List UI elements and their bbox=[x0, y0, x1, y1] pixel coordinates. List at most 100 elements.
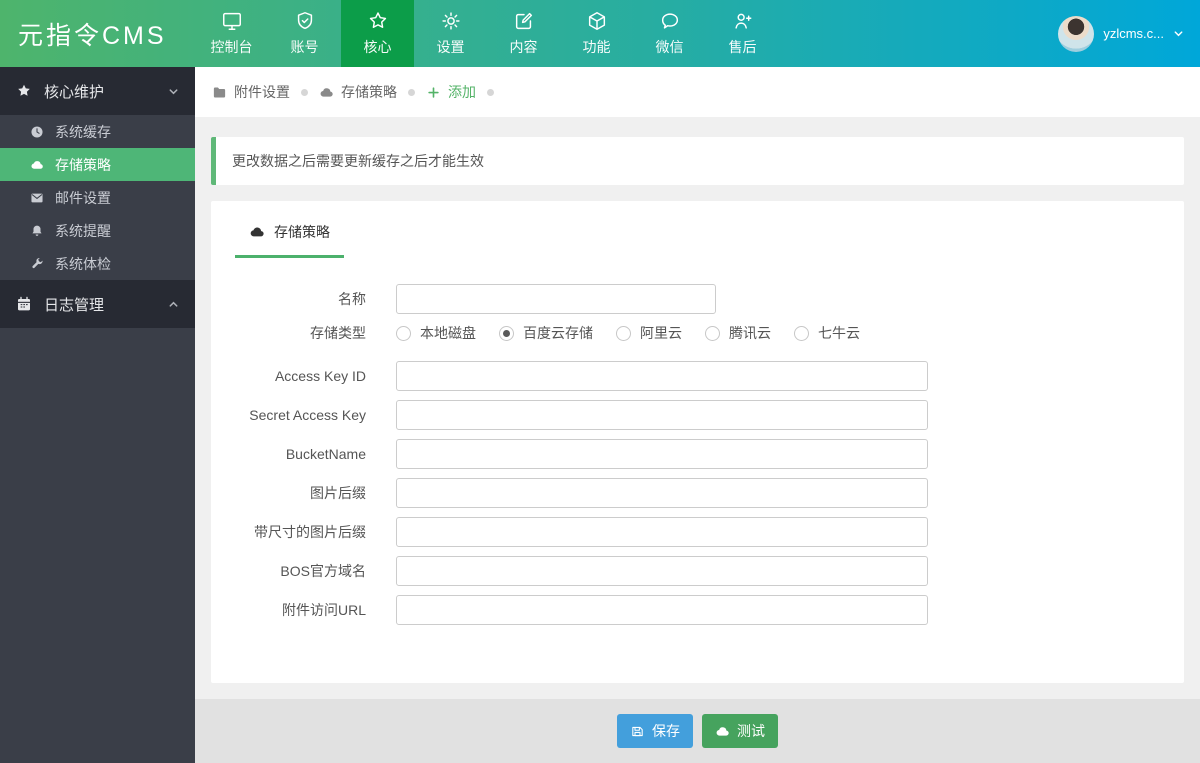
star-icon bbox=[16, 83, 32, 99]
radio-qiniu-cloud[interactable]: 七牛云 bbox=[794, 323, 860, 343]
cloud-icon bbox=[715, 724, 730, 739]
radio-local-disk[interactable]: 本地磁盘 bbox=[396, 323, 476, 343]
calendar-icon bbox=[16, 296, 32, 312]
save-icon bbox=[630, 724, 645, 739]
name-input[interactable] bbox=[396, 284, 716, 314]
bell-icon bbox=[30, 224, 44, 238]
nav-item-content[interactable]: 内容 bbox=[487, 0, 560, 67]
breadcrumb-item-attachment-settings[interactable]: 附件设置 bbox=[212, 82, 290, 102]
field-label: Secret Access Key bbox=[249, 407, 366, 423]
chat-icon bbox=[659, 10, 681, 32]
cloud-icon bbox=[30, 158, 44, 172]
bos-domain-input[interactable] bbox=[396, 556, 928, 586]
radio-baidu-cloud[interactable]: 百度云存储 bbox=[499, 323, 593, 343]
field-label: Access Key ID bbox=[274, 368, 366, 384]
cube-icon bbox=[586, 10, 608, 32]
bucket-name-input[interactable] bbox=[396, 439, 928, 469]
monitor-icon bbox=[221, 10, 243, 32]
chevron-down-icon bbox=[168, 86, 179, 97]
clock-icon bbox=[30, 125, 44, 139]
form-row-bucket-name: BucketName bbox=[211, 439, 1184, 469]
nav-item-core[interactable]: 核心 bbox=[341, 0, 414, 67]
radio-circle-icon bbox=[705, 325, 720, 341]
save-button[interactable]: 保存 bbox=[617, 714, 693, 748]
folder-icon bbox=[212, 85, 227, 100]
radio-aliyun[interactable]: 阿里云 bbox=[616, 323, 682, 343]
storage-policy-panel: 存储策略 名称 存储类型 本地磁盘 百度云存储 阿里云 腾讯云 七牛云 Acce… bbox=[211, 201, 1184, 683]
form-row-secret-access-key: Secret Access Key bbox=[211, 400, 1184, 430]
radio-circle-icon bbox=[794, 325, 809, 341]
cloud-icon bbox=[319, 85, 334, 100]
cache-notice-alert: 更改数据之后需要更新缓存之后才能生效 bbox=[211, 137, 1184, 185]
form-row-bos-domain: BOS官方域名 bbox=[211, 556, 1184, 586]
breadcrumb-separator bbox=[301, 88, 308, 96]
sidebar: 核心维护 系统缓存 存储策略 邮件设置 系统提醒 系统体检 日志管理 bbox=[0, 67, 195, 763]
field-label: 带尺寸的图片后缀 bbox=[254, 524, 366, 540]
radio-circle-icon bbox=[396, 325, 411, 341]
edit-icon bbox=[513, 10, 535, 32]
nav-item-features[interactable]: 功能 bbox=[560, 0, 633, 67]
nav-item-aftersale[interactable]: 售后 bbox=[706, 0, 779, 67]
sidebar-item-mail-settings[interactable]: 邮件设置 bbox=[0, 181, 195, 214]
top-header: 元指令CMS 控制台 账号 核心 设置 内容 功能 微信 售后 yzlcms.c… bbox=[0, 0, 1200, 67]
sidebar-section-core-maintenance[interactable]: 核心维护 bbox=[0, 67, 195, 115]
wrench-icon bbox=[30, 257, 44, 271]
breadcrumb-separator bbox=[408, 88, 415, 96]
breadcrumb: 附件设置 存储策略 添加 bbox=[195, 67, 1200, 117]
access-key-id-input[interactable] bbox=[396, 361, 928, 391]
main-area: 附件设置 存储策略 添加 更改数据之后需要更新缓存之后才能生效 存储策略 名称 … bbox=[195, 67, 1200, 763]
sidebar-item-system-cache[interactable]: 系统缓存 bbox=[0, 115, 195, 148]
form-row-storage-type: 存储类型 本地磁盘 百度云存储 阿里云 腾讯云 七牛云 bbox=[211, 323, 1184, 343]
top-nav: 控制台 账号 核心 设置 内容 功能 微信 售后 bbox=[195, 0, 779, 67]
shield-icon bbox=[294, 10, 316, 32]
storage-policy-form: 名称 存储类型 本地磁盘 百度云存储 阿里云 腾讯云 七牛云 Access Ke… bbox=[211, 284, 1184, 625]
nav-item-console[interactable]: 控制台 bbox=[195, 0, 268, 67]
form-row-access-key-id: Access Key ID bbox=[211, 361, 1184, 391]
sidebar-empty-area bbox=[0, 328, 195, 763]
envelope-icon bbox=[30, 191, 44, 205]
sidebar-item-system-notify[interactable]: 系统提醒 bbox=[0, 214, 195, 247]
form-footer: 保存 测试 bbox=[195, 699, 1200, 763]
avatar bbox=[1058, 15, 1095, 52]
secret-access-key-input[interactable] bbox=[396, 400, 928, 430]
form-row-sized-image-suffix: 带尺寸的图片后缀 bbox=[211, 517, 1184, 547]
field-label: 附件访问URL bbox=[281, 602, 366, 618]
form-row-image-suffix: 图片后缀 bbox=[211, 478, 1184, 508]
breadcrumb-add-link[interactable]: 添加 bbox=[426, 82, 476, 102]
user-plus-icon bbox=[732, 10, 754, 32]
username: yzlcms.c... bbox=[1103, 26, 1164, 41]
cloud-icon bbox=[249, 224, 265, 240]
sidebar-section-log-management[interactable]: 日志管理 bbox=[0, 280, 195, 328]
chevron-up-icon bbox=[168, 299, 179, 310]
form-row-attachment-url: 附件访问URL bbox=[211, 595, 1184, 625]
attachment-url-input[interactable] bbox=[396, 595, 928, 625]
sidebar-item-system-check[interactable]: 系统体检 bbox=[0, 247, 195, 280]
form-row-name: 名称 bbox=[211, 284, 1184, 314]
nav-item-settings[interactable]: 设置 bbox=[414, 0, 487, 67]
sidebar-item-storage-policy[interactable]: 存储策略 bbox=[0, 148, 195, 181]
tab-bar: 存储策略 bbox=[211, 201, 1184, 258]
field-label: 存储类型 bbox=[310, 325, 366, 341]
field-label: 图片后缀 bbox=[310, 485, 366, 501]
field-label: BucketName bbox=[285, 446, 366, 462]
content-area: 更改数据之后需要更新缓存之后才能生效 存储策略 名称 存储类型 本地磁盘 百度云… bbox=[195, 117, 1200, 699]
image-suffix-input[interactable] bbox=[396, 478, 928, 508]
user-menu[interactable]: yzlcms.c... bbox=[1058, 0, 1200, 67]
star-icon bbox=[367, 10, 389, 32]
breadcrumb-item-storage-policy[interactable]: 存储策略 bbox=[319, 82, 397, 102]
chevron-down-icon bbox=[1173, 28, 1184, 39]
breadcrumb-separator bbox=[487, 88, 494, 96]
field-label: BOS官方域名 bbox=[280, 563, 366, 579]
field-label: 名称 bbox=[338, 291, 366, 307]
test-button[interactable]: 测试 bbox=[702, 714, 778, 748]
radio-circle-icon bbox=[616, 325, 631, 341]
gear-icon bbox=[440, 10, 462, 32]
nav-item-account[interactable]: 账号 bbox=[268, 0, 341, 67]
nav-item-wechat[interactable]: 微信 bbox=[633, 0, 706, 67]
sized-image-suffix-input[interactable] bbox=[396, 517, 928, 547]
plus-icon bbox=[426, 85, 441, 100]
radio-circle-checked-icon bbox=[499, 325, 514, 341]
tab-storage-policy[interactable]: 存储策略 bbox=[235, 222, 344, 258]
app-logo: 元指令CMS bbox=[18, 21, 167, 50]
radio-tencent-cloud[interactable]: 腾讯云 bbox=[705, 323, 771, 343]
